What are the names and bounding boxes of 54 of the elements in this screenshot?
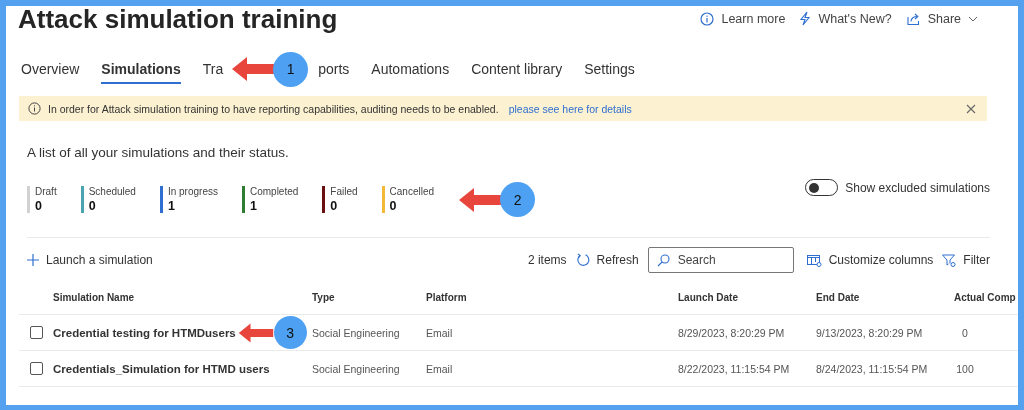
tab[interactable]: Settings xyxy=(584,54,635,84)
simulation-name[interactable]: Credentials_Simulation for HTMD users xyxy=(53,362,270,375)
filter-button[interactable]: Filter xyxy=(942,253,990,267)
table-cell-text: 8/24/2023, 11:15:54 PM xyxy=(816,362,929,375)
tab[interactable]: Content library xyxy=(471,54,563,84)
table-cell-text: 0 xyxy=(961,326,969,339)
status-count: 0 xyxy=(88,199,97,213)
step-badge: 2 xyxy=(500,182,536,217)
table-cell-text: 100 xyxy=(955,362,975,375)
details-link[interactable]: please see here for details xyxy=(508,102,632,115)
column-header[interactable]: Launch Date xyxy=(678,292,816,303)
tab[interactable]: Tra xyxy=(202,54,224,84)
tab[interactable]: Overview xyxy=(21,54,80,84)
step-badge: 1 xyxy=(273,51,309,87)
status-label: Scheduled xyxy=(88,186,136,197)
table-cell-text: Email xyxy=(426,326,454,339)
column-header[interactable]: Platform xyxy=(426,292,678,303)
column-header[interactable]: Type xyxy=(312,292,426,303)
column-header[interactable]: Simulation Name xyxy=(53,292,312,303)
status-label: Completed xyxy=(249,186,299,197)
status-count: 0 xyxy=(35,199,43,213)
status-label: In progress xyxy=(167,186,218,197)
customize-columns-button[interactable]: Customize columns xyxy=(806,253,934,267)
status-count: 0 xyxy=(389,199,398,213)
header-link[interactable]: Learn more xyxy=(700,11,786,26)
table-cell-text: Email xyxy=(426,362,454,375)
page-title: Attack simulation training xyxy=(18,6,338,35)
status-count: 1 xyxy=(249,199,258,213)
search-field[interactable]: Search xyxy=(647,247,794,273)
table-cell-text: 9/13/2023, 8:20:29 PM xyxy=(816,326,924,339)
description: A list of all your simulations and their status. xyxy=(27,145,290,160)
status-label: Cancelled xyxy=(389,186,435,197)
status-count: 1 xyxy=(167,199,176,213)
table-cell-text: Social Engineering xyxy=(312,362,401,375)
column-header[interactable]: End Date xyxy=(816,292,954,303)
tab[interactable]: Automations xyxy=(371,54,450,84)
banner-message: In order for Attack simulation training to have reporting capabilities, auditing needs to be enabled. xyxy=(48,102,499,115)
table-cell-text: 8/29/2023, 8:20:29 PM xyxy=(678,326,786,339)
header-link[interactable]: Share xyxy=(905,11,978,26)
status-label: Draft xyxy=(35,186,57,197)
table-cell-text: Social Engineering xyxy=(312,326,401,339)
simulation-name[interactable]: Credential testing for HTMDusers xyxy=(53,326,236,339)
status-count: 0 xyxy=(330,199,339,213)
toggle-label: Show excluded simulations xyxy=(845,180,990,195)
status-label: Failed xyxy=(330,186,358,197)
column-header[interactable]: Actual Comp xyxy=(954,292,1016,303)
item-count: 2 items xyxy=(527,253,567,267)
header-link[interactable]: What's New? xyxy=(799,11,892,26)
launch-button[interactable]: Launch a simulation xyxy=(27,253,153,267)
step-badge: 3 xyxy=(273,316,307,349)
tab[interactable]: Simulations xyxy=(101,54,181,84)
refresh-button[interactable]: Refresh xyxy=(575,253,639,267)
table-cell-text: 8/22/2023, 11:15:54 PM xyxy=(678,362,791,375)
tab[interactable]: ports xyxy=(318,54,350,84)
